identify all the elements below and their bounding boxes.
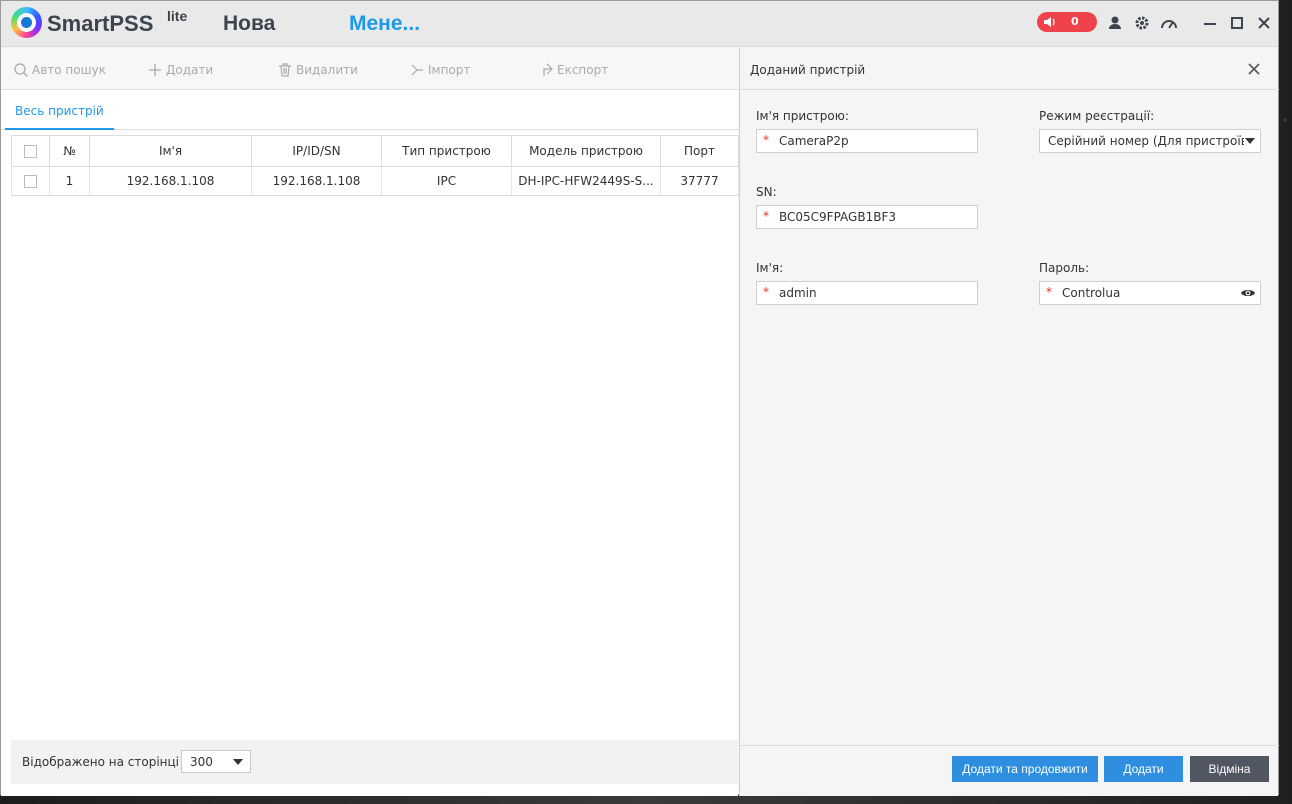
- per-page-value: 300: [190, 755, 213, 769]
- import-button[interactable]: Імпорт: [409, 62, 470, 78]
- row-name: 192.168.1.108: [89, 166, 252, 196]
- import-icon: [411, 64, 423, 76]
- table-header-row: № Ім'я IP/ID/SN Тип пристрою Модель прис…: [11, 135, 739, 167]
- chevron-down-icon: [233, 759, 243, 765]
- device-name-label: Ім'я пристрою:: [756, 109, 849, 123]
- search-icon: [14, 63, 28, 77]
- app-logo-edition: lite: [167, 8, 188, 24]
- column-header-model[interactable]: Модель пристрою: [511, 135, 661, 167]
- panel-header: Доданий пристрій: [740, 48, 1279, 90]
- add-device-panel: Доданий пристрій Ім'я пристрою: * Camera…: [739, 48, 1279, 796]
- row-type: IPC: [381, 166, 512, 196]
- row-select-cell[interactable]: [11, 166, 50, 196]
- app-window: SmartPSS lite Нова Мене... 0 Авто пошук …: [0, 0, 1279, 796]
- column-header-number[interactable]: №: [49, 135, 90, 167]
- sn-value: BC05C9FPAGB1BF3: [779, 210, 896, 224]
- panel-footer: Додати та продовжити Додати Відміна: [740, 745, 1279, 796]
- eye-icon[interactable]: [1240, 287, 1256, 299]
- reg-mode-select[interactable]: Серійний номер (Для пристроїв, що: [1039, 129, 1261, 153]
- minimize-icon[interactable]: [1201, 14, 1219, 32]
- column-header-ip[interactable]: IP/ID/SN: [251, 135, 382, 167]
- row-number: 1: [49, 166, 90, 196]
- column-header-name[interactable]: Ім'я: [89, 135, 252, 167]
- row-checkbox[interactable]: [24, 175, 37, 188]
- tab-device-manager[interactable]: Мене...: [349, 12, 420, 36]
- required-mark: *: [763, 209, 769, 223]
- sn-label: SN:: [756, 185, 777, 199]
- add-device-button[interactable]: Додати: [1104, 756, 1183, 782]
- sn-input[interactable]: * BC05C9FPAGB1BF3: [756, 205, 978, 229]
- smartpss-logo-icon: [11, 7, 42, 38]
- auto-search-label: Авто пошук: [32, 63, 106, 77]
- pagination-footer: Відображено на сторінці 300: [11, 740, 738, 784]
- required-mark: *: [763, 285, 769, 299]
- device-list-panel: Авто пошук Додати Видалити Імпорт Експор…: [1, 48, 739, 796]
- cancel-button[interactable]: Відміна: [1190, 756, 1269, 782]
- export-icon: [543, 63, 553, 76]
- chevron-down-icon: [1245, 138, 1255, 144]
- select-all-checkbox[interactable]: [24, 145, 37, 158]
- export-label: Експорт: [557, 63, 609, 77]
- gear-icon[interactable]: [1133, 14, 1151, 32]
- row-ip: 192.168.1.108: [251, 166, 382, 196]
- required-mark: *: [763, 133, 769, 147]
- per-page-label: Відображено на сторінці: [22, 755, 180, 769]
- close-window-icon[interactable]: [1255, 14, 1273, 32]
- delete-button[interactable]: Видалити: [277, 62, 358, 78]
- required-mark: *: [1046, 285, 1052, 299]
- import-label: Імпорт: [428, 63, 471, 77]
- delete-label: Видалити: [296, 63, 358, 77]
- device-toolbar: Авто пошук Додати Видалити Імпорт Експор…: [1, 48, 738, 90]
- device-name-value: CameraP2p: [779, 134, 849, 148]
- password-input[interactable]: * Controlua: [1039, 281, 1261, 305]
- add-label: Додати: [166, 63, 214, 77]
- table-row[interactable]: 1 192.168.1.108 192.168.1.108 IPC DH-IPC…: [11, 166, 739, 196]
- add-button[interactable]: Додати: [147, 62, 213, 78]
- username-label: Ім'я:: [756, 261, 784, 275]
- device-subtabs: Весь пристрій: [1, 90, 738, 130]
- alarm-button[interactable]: 0: [1037, 12, 1097, 32]
- close-icon[interactable]: [1246, 61, 1262, 77]
- title-bar: SmartPSS lite Нова Мене... 0: [1, 1, 1278, 47]
- username-input[interactable]: * admin: [756, 281, 978, 305]
- speaker-icon: [1044, 17, 1055, 27]
- user-icon[interactable]: [1106, 14, 1124, 32]
- row-model: DH-IPC-HFW2449S-S...: [511, 166, 661, 196]
- plus-icon: [149, 64, 161, 76]
- app-logo-text: SmartPSS: [47, 11, 154, 36]
- add-and-continue-button[interactable]: Додати та продовжити: [952, 756, 1098, 782]
- trash-icon: [279, 63, 291, 77]
- reg-mode-value: Серійний номер (Для пристроїв, що: [1048, 134, 1244, 148]
- alarm-count: 0: [1071, 15, 1079, 28]
- password-label: Пароль:: [1039, 261, 1090, 275]
- column-header-port[interactable]: Порт: [660, 135, 739, 167]
- auto-search-button[interactable]: Авто пошук: [13, 62, 106, 78]
- device-table: № Ім'я IP/ID/SN Тип пристрою Модель прис…: [11, 135, 739, 196]
- tab-all-devices[interactable]: Весь пристрій: [5, 104, 114, 130]
- panel-title: Доданий пристрій: [750, 63, 866, 77]
- per-page-select[interactable]: 300: [181, 750, 251, 773]
- device-name-input[interactable]: * CameraP2p: [756, 129, 978, 153]
- performance-gauge-icon[interactable]: [1160, 14, 1178, 32]
- tab-new[interactable]: Нова: [223, 12, 275, 36]
- select-all-cell[interactable]: [11, 135, 50, 167]
- row-port: 37777: [660, 166, 739, 196]
- column-header-type[interactable]: Тип пристрою: [381, 135, 512, 167]
- maximize-icon[interactable]: [1228, 14, 1246, 32]
- reg-mode-label: Режим реєстрації:: [1039, 109, 1155, 123]
- export-button[interactable]: Експорт: [538, 62, 608, 78]
- username-value: admin: [779, 286, 817, 300]
- password-value: Controlua: [1062, 286, 1121, 300]
